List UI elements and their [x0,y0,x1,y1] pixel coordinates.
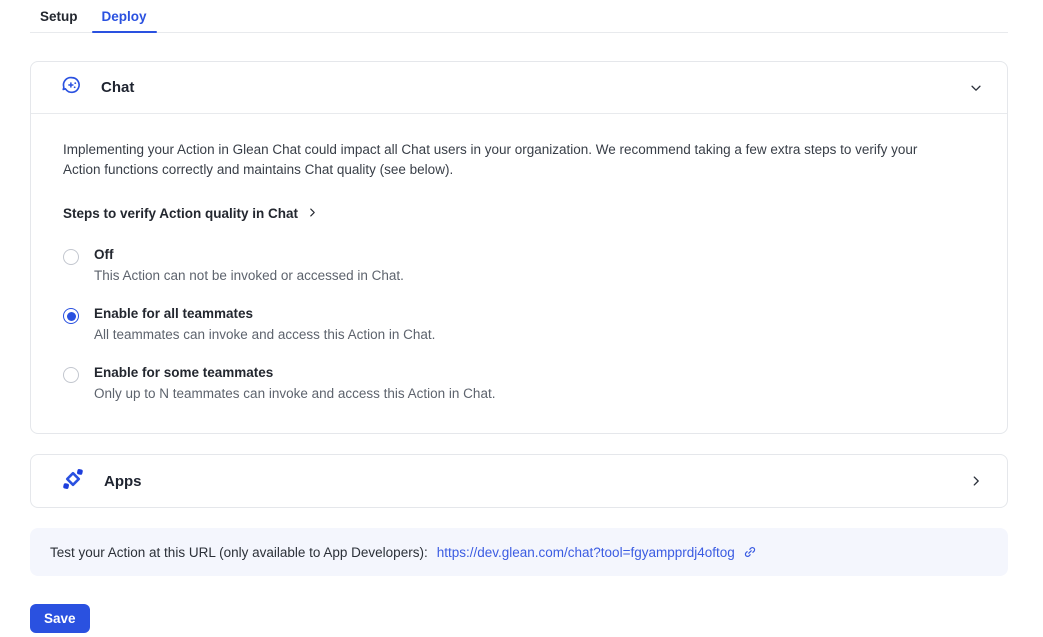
radio-enable-some-description: Only up to N teammates can invoke and ac… [94,386,495,401]
chat-section-card: Chat Implementing your Action in Glean C… [30,61,1008,434]
test-url-bar: Test your Action at this URL (only avail… [30,528,1008,576]
radio-enable-all[interactable] [63,308,79,324]
radio-option-enable-some: Enable for some teammates Only up to N t… [63,365,975,401]
radio-off[interactable] [63,249,79,265]
radio-option-off: Off This Action can not be invoked or ac… [63,247,975,283]
radio-off-label[interactable]: Off [94,247,404,262]
chat-description: Implementing your Action in Glean Chat c… [63,140,948,180]
radio-off-description: This Action can not be invoked or access… [94,268,404,283]
tab-deploy[interactable]: Deploy [92,4,157,32]
steps-to-verify-link[interactable]: Steps to verify Action quality in Chat [63,206,318,221]
chat-section-header[interactable]: Chat [31,62,1007,114]
radio-enable-some-label[interactable]: Enable for some teammates [94,365,495,380]
save-button[interactable]: Save [30,604,90,633]
test-url-label: Test your Action at this URL (only avail… [50,545,428,560]
deploy-page: Setup Deploy Chat Implementing y [30,4,1008,633]
tab-bar: Setup Deploy [30,4,1008,33]
apps-section-title: Apps [104,473,142,490]
radio-enable-all-description: All teammates can invoke and access this… [94,327,435,342]
chat-section-body: Implementing your Action in Glean Chat c… [31,114,1007,433]
chevron-right-icon [307,206,318,221]
apps-section-header[interactable]: Apps [31,455,1007,507]
tab-setup[interactable]: Setup [30,4,88,32]
radio-enable-all-label[interactable]: Enable for all teammates [94,306,435,321]
radio-enable-some[interactable] [63,367,79,383]
test-url-link[interactable]: https://dev.glean.com/chat?tool=fgyamppr… [437,545,735,560]
chevron-down-icon[interactable] [969,81,983,95]
chevron-right-icon[interactable] [969,474,983,488]
apps-sparkle-icon [61,467,85,496]
chat-access-radio-group: Off This Action can not be invoked or ac… [63,247,975,401]
steps-to-verify-label: Steps to verify Action quality in Chat [63,206,298,221]
link-icon[interactable] [743,545,757,559]
chat-section-title: Chat [101,79,134,96]
apps-section-card: Apps [30,454,1008,508]
chat-sparkle-icon [61,75,82,101]
radio-option-enable-all: Enable for all teammates All teammates c… [63,306,975,342]
